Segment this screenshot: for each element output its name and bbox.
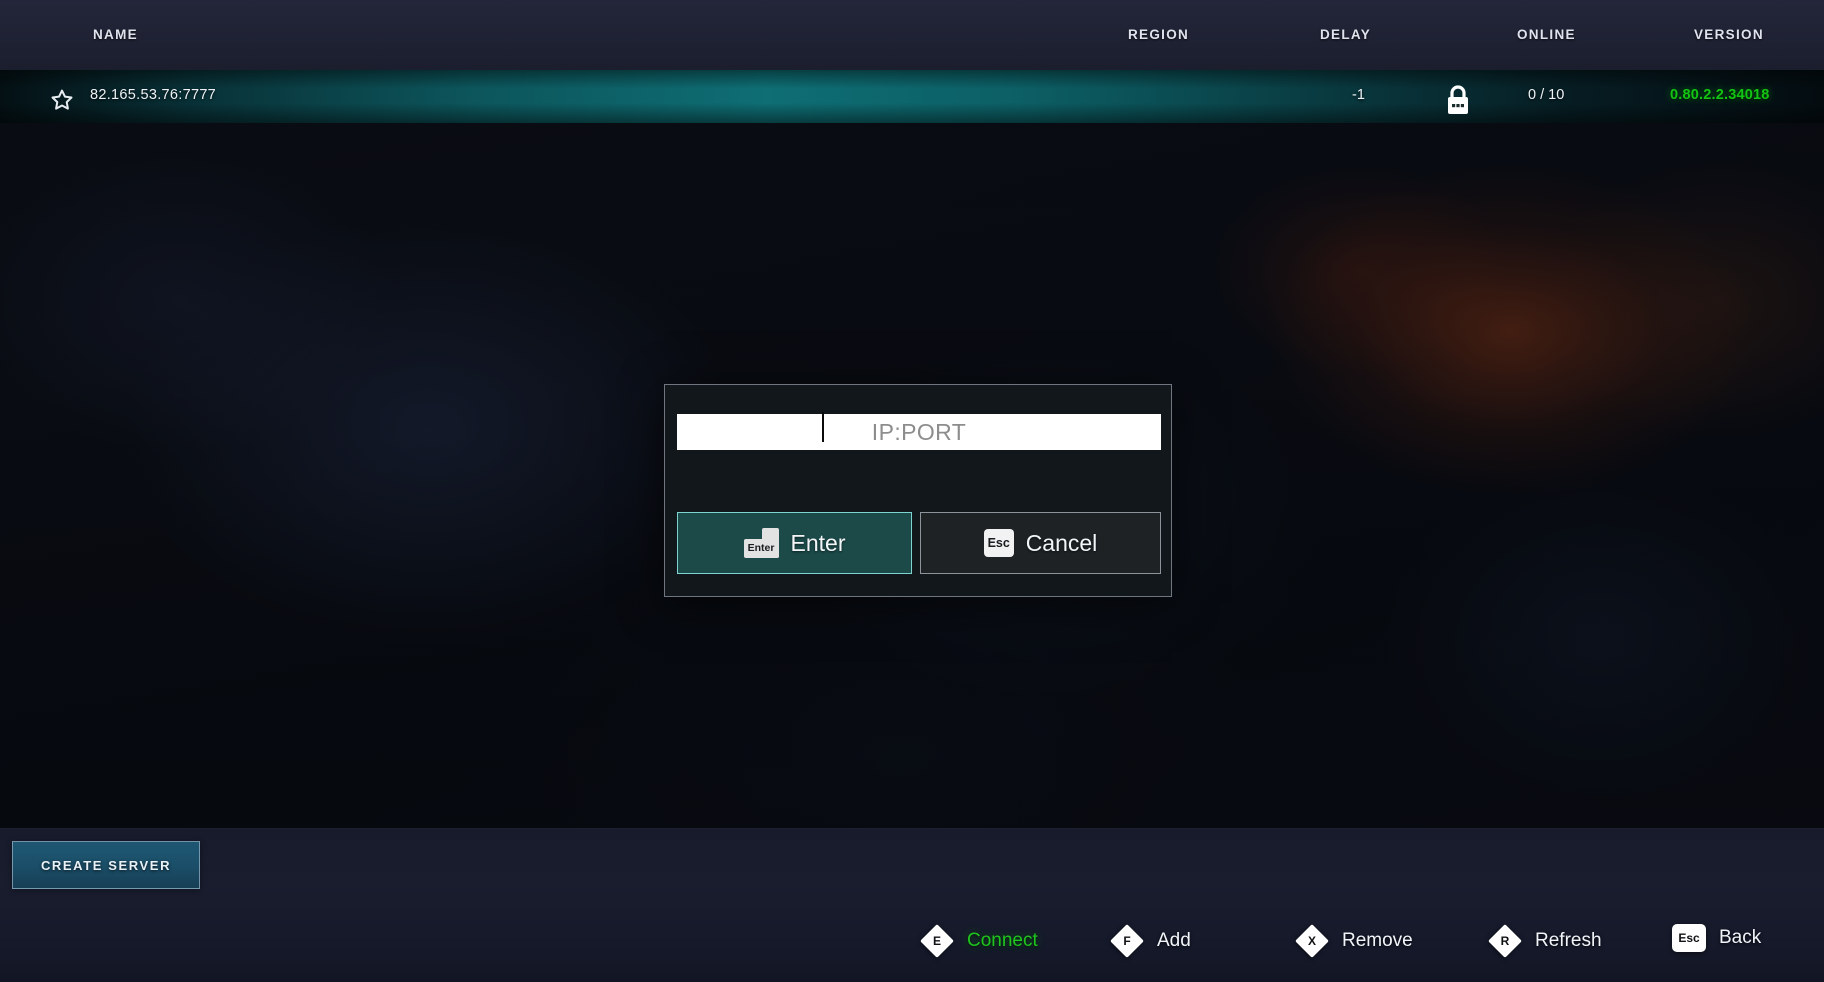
key-x-letter: X (1307, 934, 1316, 948)
hint-remove-label: Remove (1342, 930, 1413, 951)
column-header-online[interactable]: ONLINE (1517, 27, 1576, 42)
key-f-icon: F (1110, 924, 1144, 958)
esc-key-icon: Esc (983, 529, 1014, 557)
ip-port-placeholder: IP:PORT (871, 418, 967, 445)
star-icon[interactable] (50, 88, 74, 112)
key-e-letter: E (932, 934, 941, 948)
key-e-icon: E (920, 924, 954, 958)
server-browser-screen: NAME REGION DELAY ONLINE VERSION 82.165.… (0, 0, 1824, 982)
add-server-dialog: IP:PORT Enter Enter Esc Cancel (664, 384, 1172, 597)
key-esc-icon: Esc (1672, 924, 1706, 952)
hint-add[interactable]: F Add (1110, 924, 1191, 958)
dialog-enter-button[interactable]: Enter Enter (677, 512, 912, 574)
column-header-version[interactable]: VERSION (1694, 27, 1764, 42)
server-name: 82.165.53.76:7777 (90, 87, 217, 103)
ip-port-input[interactable]: IP:PORT (677, 414, 1161, 450)
esc-key-label: Esc (987, 535, 1010, 550)
server-version: 0.80.2.2.34018 (1670, 87, 1770, 103)
hint-back[interactable]: Esc Back (1672, 924, 1761, 952)
hint-refresh[interactable]: R Refresh (1488, 924, 1602, 958)
hint-connect[interactable]: E Connect (920, 924, 1038, 958)
key-f-letter: F (1123, 934, 1131, 948)
key-r-letter: R (1500, 934, 1510, 948)
create-server-label: CREATE SERVER (40, 857, 172, 873)
server-list-row-selected[interactable]: 82.165.53.76:7777 -1 0 / 10 0.80.2.2.340… (0, 70, 1824, 123)
key-hint-bar: E Connect F Add X Remove R Refresh Esc B… (0, 910, 1824, 982)
key-x-icon: X (1295, 924, 1329, 958)
create-server-button[interactable]: CREATE SERVER (12, 841, 200, 889)
column-header-name[interactable]: NAME (93, 27, 138, 42)
enter-key-label: Enter (747, 542, 775, 555)
hint-add-label: Add (1157, 930, 1191, 951)
column-header-region[interactable]: REGION (1128, 27, 1189, 42)
server-delay: -1 (1352, 87, 1365, 103)
key-r-icon: R (1488, 924, 1522, 958)
key-esc-letter: Esc (1678, 931, 1700, 945)
server-list-header: NAME REGION DELAY ONLINE VERSION (0, 0, 1824, 70)
text-cursor (822, 412, 824, 442)
dialog-enter-label: Enter (790, 529, 846, 556)
hint-refresh-label: Refresh (1535, 930, 1602, 951)
server-online: 0 / 10 (1528, 87, 1565, 103)
lock-icon (1448, 85, 1468, 114)
dialog-cancel-button[interactable]: Esc Cancel (920, 512, 1161, 574)
dialog-cancel-label: Cancel (1025, 529, 1098, 556)
enter-key-icon: Enter (743, 528, 779, 558)
hint-remove[interactable]: X Remove (1295, 924, 1413, 958)
hint-connect-label: Connect (967, 930, 1038, 951)
hint-back-label: Back (1719, 927, 1762, 948)
column-header-delay[interactable]: DELAY (1320, 27, 1371, 42)
